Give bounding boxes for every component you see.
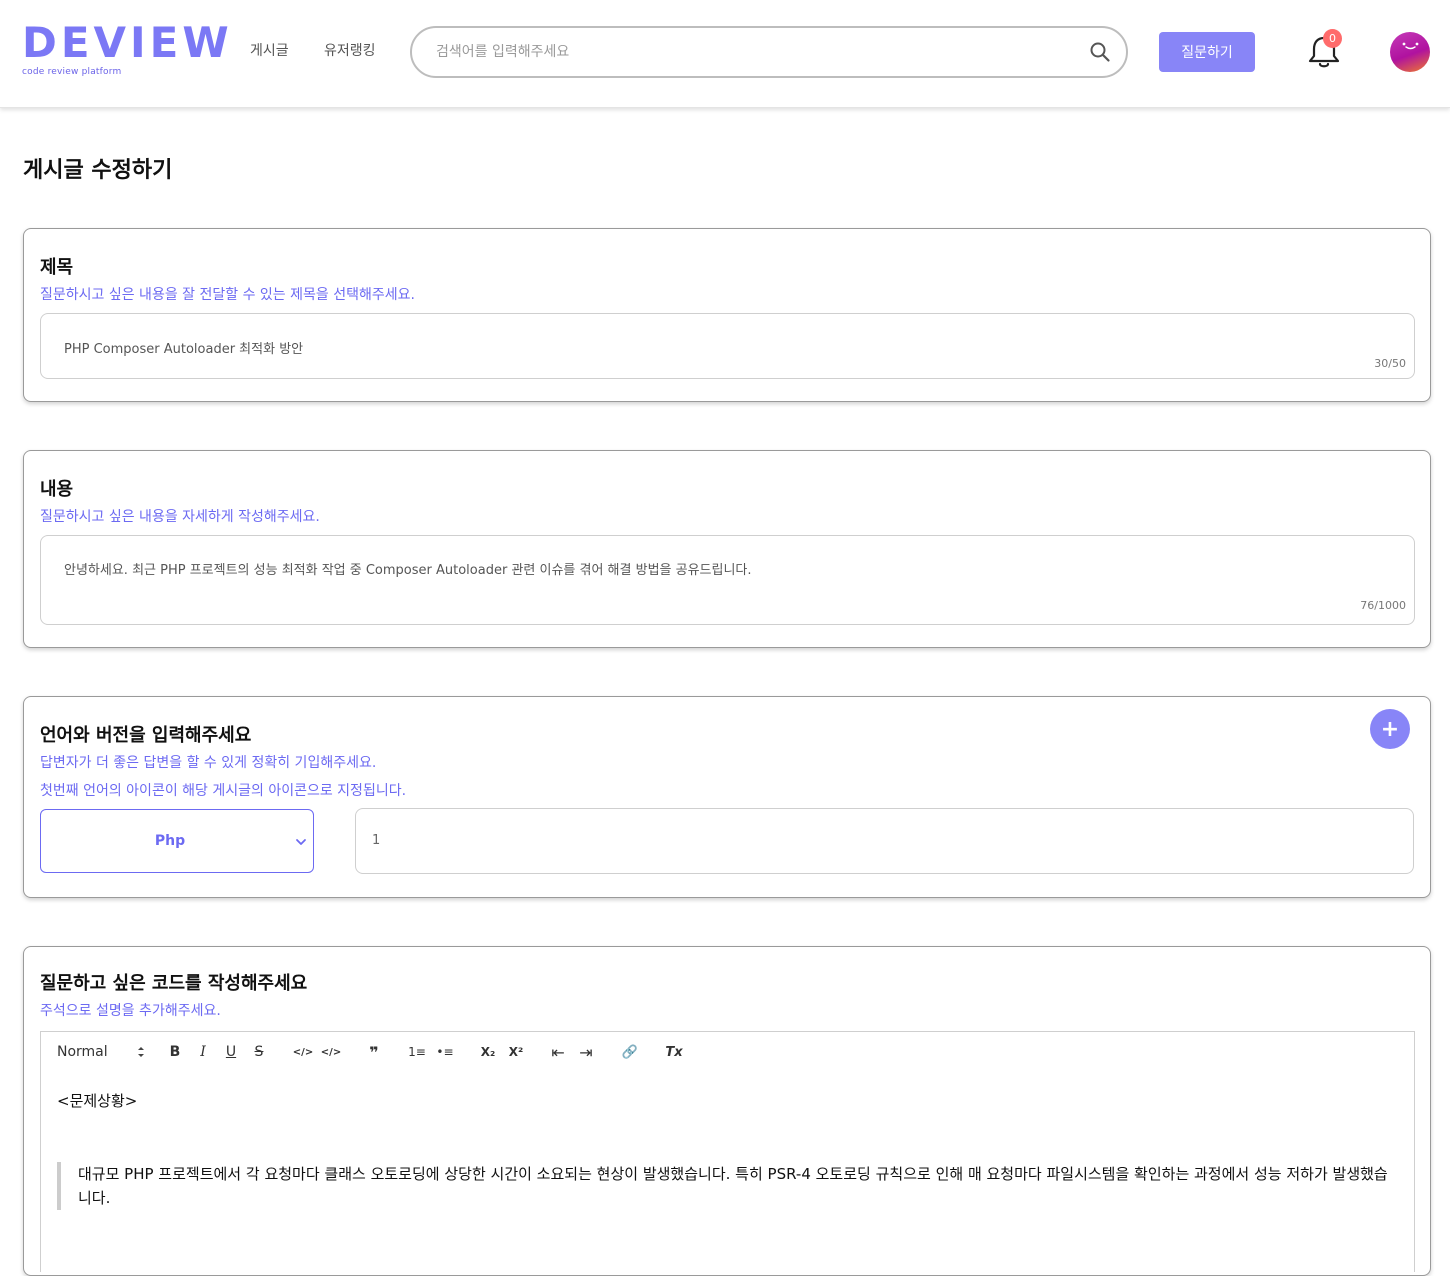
title-card: 제목 질문하시고 싶은 내용을 잘 전달할 수 있는 제목을 선택해주세요. P… (23, 228, 1431, 402)
language-select[interactable]: Php (40, 809, 314, 873)
version-input[interactable]: 1 (355, 808, 1414, 874)
code-hint: 주석으로 설명을 추가해주세요. (40, 1003, 221, 1019)
editor-blockquote: 대규모 PHP 프로젝트에서 각 요청마다 클래스 오토로딩에 상당한 시간이 … (57, 1162, 1397, 1210)
logo[interactable]: DEVIEW code review platform (22, 18, 233, 82)
code-button[interactable]: </> (291, 1042, 315, 1062)
title-char-counter: 30/50 (1374, 357, 1406, 370)
add-language-button[interactable]: + (1370, 709, 1410, 749)
language-hint-2: 첫번째 언어의 아이콘이 해당 게시글의 아이콘으로 지정됩니다. (40, 783, 407, 799)
ordered-list-button[interactable]: 1≡ (405, 1042, 429, 1062)
format-select[interactable]: Normal (57, 1042, 147, 1062)
title-hint: 질문하시고 싶은 내용을 잘 전달할 수 있는 제목을 선택해주세요. (40, 287, 415, 303)
outdent-button[interactable]: ⇤ (547, 1042, 569, 1062)
title-heading: 제목 (40, 257, 74, 278)
language-selected-value: Php (154, 833, 186, 849)
logo-wordmark: DEVIEW (22, 18, 233, 67)
content-value: 안녕하세요. 최근 PHP 프로젝트의 성능 최적화 작업 중 Composer… (64, 563, 752, 578)
editor-toolbar: Normal B I U S </> </> ❞ 1≡ •≡ X₂ X² ⇤ ⇥… (40, 1031, 1415, 1073)
version-value: 1 (372, 833, 381, 848)
content-field[interactable]: 안녕하세요. 최근 PHP 프로젝트의 성능 최적화 작업 중 Composer… (40, 535, 1415, 625)
search-input[interactable] (436, 41, 1056, 63)
language-card: 언어와 버전을 입력해주세요 답변자가 더 좋은 답변을 할 수 있게 정확히 … (23, 696, 1431, 898)
format-select-value: Normal (57, 1044, 108, 1060)
search-icon[interactable] (1088, 40, 1112, 64)
bold-button[interactable]: B (165, 1042, 185, 1062)
avatar[interactable] (1390, 32, 1430, 72)
bullet-list-button[interactable]: •≡ (433, 1042, 457, 1062)
ask-question-button[interactable]: 질문하기 (1159, 32, 1255, 72)
search-bar (410, 26, 1128, 78)
avatar-face-icon (1402, 42, 1419, 50)
code-editor[interactable]: <문제상황> 대규모 PHP 프로젝트에서 각 요청마다 클래스 오토로딩에 상… (40, 1072, 1415, 1272)
clear-format-button[interactable]: Tx (663, 1042, 685, 1062)
sort-arrows-icon (137, 1047, 144, 1057)
top-header: DEVIEW code review platform 게시글 유저랭킹 질문하… (0, 0, 1450, 108)
superscript-button[interactable]: X² (505, 1042, 527, 1062)
code-block-button[interactable]: </> (319, 1042, 343, 1062)
blockquote-button[interactable]: ❞ (363, 1042, 385, 1062)
page-title: 게시글 수정하기 (23, 158, 173, 183)
indent-button[interactable]: ⇥ (575, 1042, 597, 1062)
title-value: PHP Composer Autoloader 최적화 방안 (64, 342, 304, 357)
content-heading: 내용 (40, 479, 74, 500)
italic-button[interactable]: I (193, 1042, 213, 1062)
content-hint: 질문하시고 싶은 내용을 자세하게 작성해주세요. (40, 509, 320, 525)
subscript-button[interactable]: X₂ (477, 1042, 499, 1062)
link-button[interactable]: 🔗 (619, 1042, 641, 1062)
language-hint-1: 답변자가 더 좋은 답변을 할 수 있게 정확히 기입해주세요. (40, 755, 377, 771)
language-heading: 언어와 버전을 입력해주세요 (40, 725, 252, 746)
nav-posts-link[interactable]: 게시글 (250, 40, 289, 60)
title-field[interactable]: PHP Composer Autoloader 최적화 방안 30/50 (40, 313, 1415, 379)
logo-tagline: code review platform (22, 67, 122, 77)
underline-button[interactable]: U (221, 1042, 241, 1062)
strike-button[interactable]: S (249, 1042, 269, 1062)
notification-badge: 0 (1323, 29, 1342, 48)
content-char-counter: 76/1000 (1360, 599, 1406, 612)
code-card: 질문하고 싶은 코드를 작성해주세요 주석으로 설명을 추가해주세요. Norm… (23, 946, 1431, 1276)
content-card: 내용 질문하시고 싶은 내용을 자세하게 작성해주세요. 안녕하세요. 최근 P… (23, 450, 1431, 648)
nav-ranking-link[interactable]: 유저랭킹 (324, 40, 376, 60)
chevron-down-icon (296, 839, 306, 845)
editor-line: <문제상황> (57, 1092, 138, 1110)
code-heading: 질문하고 싶은 코드를 작성해주세요 (40, 973, 308, 994)
